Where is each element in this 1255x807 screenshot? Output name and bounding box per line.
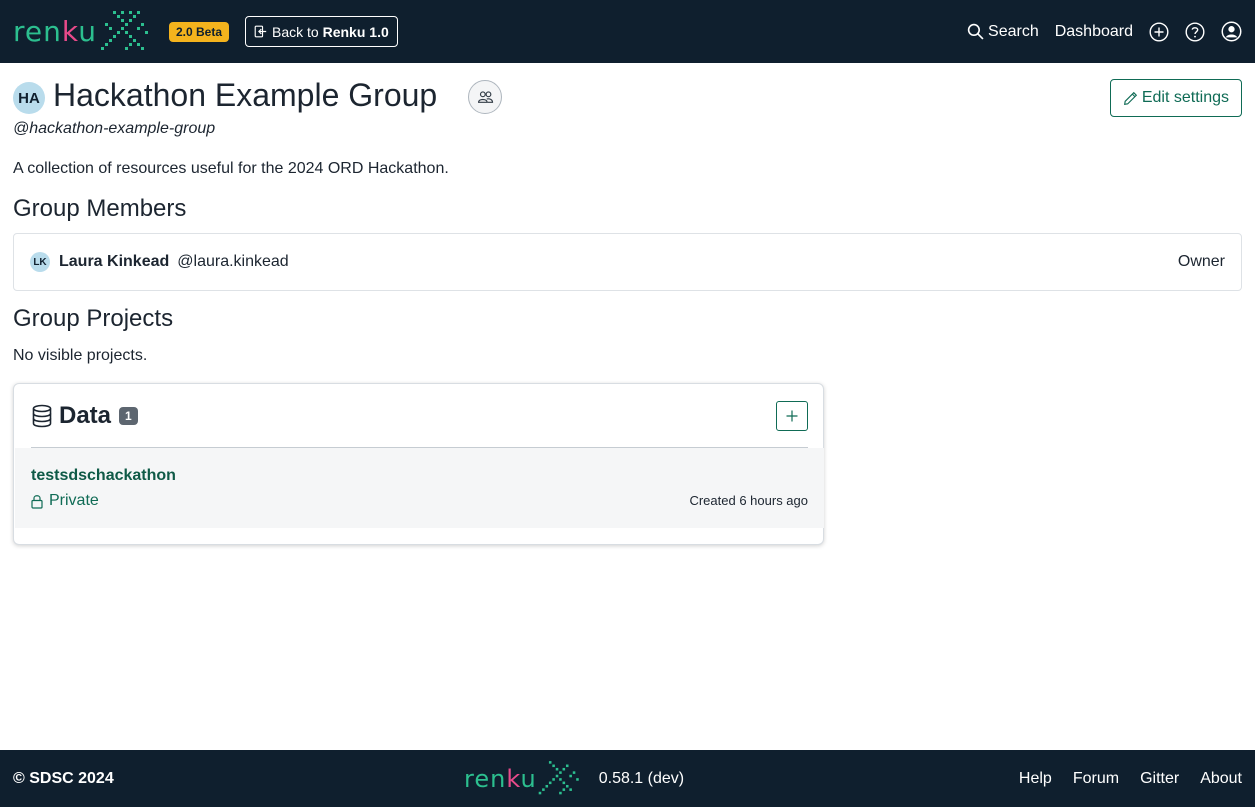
edit-settings-button[interactable]: Edit settings [1109,79,1242,117]
footer: © SDSC 2024 renku 0.58.1 (dev) Help Foru… [0,750,1255,807]
app-version: 0.58.1 (dev) [598,769,685,787]
visibility-label: Private [49,492,99,509]
group-description: A collection of resources useful for the… [13,160,449,177]
exit-arrow-icon [254,25,267,38]
footer-brand: renku 0.58.1 (dev) [464,750,684,807]
data-sources-card: Data 1 testsdschackathon Private Created… [13,383,824,545]
version-beta-badge: 2.0 Beta [168,21,230,42]
members-heading: Group Members [13,195,187,222]
lock-icon [31,494,43,509]
data-count-badge: 1 [119,406,138,425]
help-button[interactable] [1185,21,1205,42]
top-navbar: renku 2.0 Beta Back to Renku 1.0 Search … [0,0,1255,63]
dashboard-link[interactable]: Dashboard [1055,23,1133,41]
add-data-button[interactable] [776,400,808,431]
projects-heading: Group Projects [13,305,174,332]
plus-circle-icon [1149,21,1169,42]
no-projects-text: No visible projects. [13,347,148,364]
edit-settings-label: Edit settings [1141,89,1229,106]
plus-icon [786,410,798,421]
footer-link-gitter[interactable]: Gitter [1140,770,1179,788]
footer-link-about[interactable]: About [1200,770,1242,788]
data-source-item[interactable]: testsdschackathon Private Created 6 hour… [15,448,824,528]
group-type-badge [468,80,502,114]
group-avatar: HA [13,82,45,114]
member-avatar: LK [30,252,50,272]
question-circle-icon [1185,21,1205,42]
footer-link-forum[interactable]: Forum [1073,770,1119,788]
members-list: LK Laura Kinkead @laura.kinkead Owner [13,233,1242,291]
data-card-header: Data 1 [31,384,808,448]
back-button-label: Back to Renku 1.0 [272,23,389,40]
footer-links: Help Forum Gitter About [1019,770,1242,788]
renku-logo-icon [538,760,579,794]
member-name: Laura Kinkead [59,253,170,270]
back-to-renku-1-button[interactable]: Back to Renku 1.0 [245,16,398,47]
renku-logo[interactable]: renku [13,0,153,63]
footer-link-help[interactable]: Help [1019,770,1052,788]
create-new-button[interactable] [1149,21,1169,42]
dashboard-label: Dashboard [1054,22,1133,40]
copyright: © SDSC 2024 [13,769,114,787]
logo-wordmark: renku [13,15,97,48]
footer-logo-wordmark: renku [464,764,537,793]
database-icon [32,404,52,427]
created-timestamp: Created 6 hours ago [689,493,808,508]
member-role: Owner [1177,253,1225,270]
people-icon [477,90,493,103]
search-icon [967,23,984,40]
group-slug: @hackathon-example-group [13,120,216,137]
search-label: Search [988,22,1039,40]
search-link[interactable]: Search [967,23,1039,41]
user-account-button[interactable] [1221,21,1242,42]
data-card-title: Data [59,401,112,429]
renku-logo-icon [100,10,148,50]
visibility-indicator: Private [31,492,99,510]
member-handle: @laura.kinkead [177,253,289,270]
user-circle-icon [1221,21,1242,42]
group-page: HA Hackathon Example Group Edit settings… [13,63,1242,545]
data-source-name[interactable]: testsdschackathon [31,467,176,485]
page-title: Hackathon Example Group [53,77,438,113]
pencil-icon [1123,91,1137,105]
